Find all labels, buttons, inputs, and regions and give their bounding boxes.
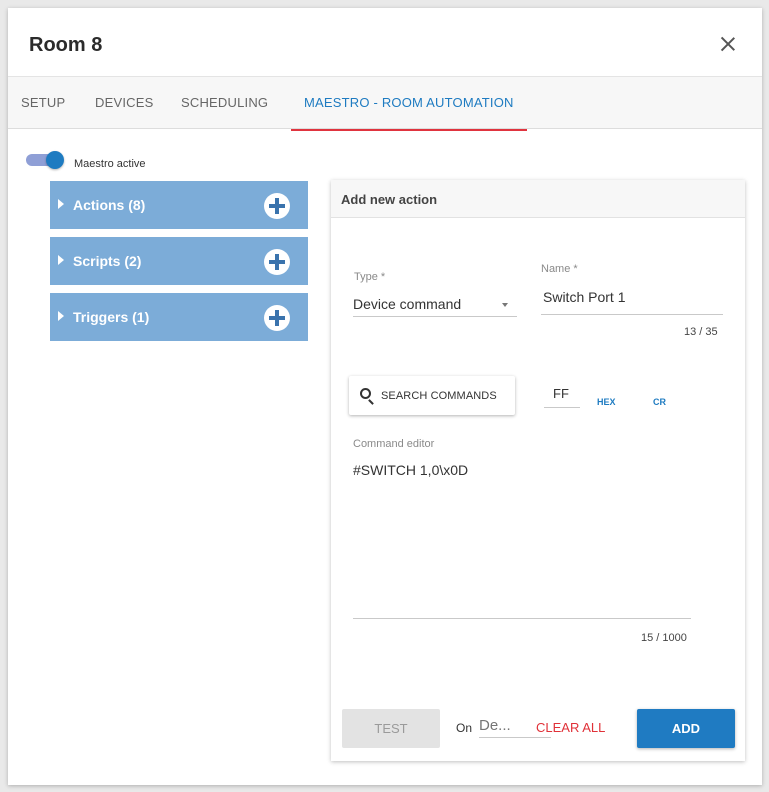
maestro-active-toggle[interactable] xyxy=(26,151,64,169)
room-dialog: Room 8 SETUP DEVICES SCHEDULING MAESTRO … xyxy=(8,8,762,785)
accordion-actions-label: Actions (8) xyxy=(73,197,146,213)
type-label: Type * xyxy=(354,271,386,283)
name-underline xyxy=(541,314,723,315)
add-action-icon[interactable] xyxy=(264,193,290,219)
tab-bar: SETUP DEVICES SCHEDULING MAESTRO - ROOM … xyxy=(8,76,762,131)
dialog-title: Room 8 xyxy=(29,34,103,56)
card-header: Add new action xyxy=(331,180,745,218)
dialog-header: Room 8 xyxy=(8,8,762,76)
command-counter: 15 / 1000 xyxy=(641,632,687,644)
add-trigger-icon[interactable] xyxy=(264,305,290,331)
caret-right-icon xyxy=(58,311,64,321)
hex-button[interactable]: HEX xyxy=(597,397,616,407)
accordion-scripts[interactable]: Scripts (2) xyxy=(50,237,308,285)
accordion-triggers-label: Triggers (1) xyxy=(73,309,150,325)
on-label: On xyxy=(456,721,473,735)
tab-devices[interactable]: DEVICES xyxy=(95,77,153,130)
tab-maestro-room-automation[interactable]: MAESTRO - ROOM AUTOMATION xyxy=(291,77,527,131)
maestro-active-label: Maestro active xyxy=(74,158,146,170)
search-commands-label: SEARCH COMMANDS xyxy=(381,390,497,402)
clear-all-button[interactable]: CLEAR ALL xyxy=(536,720,605,735)
tab-setup[interactable]: SETUP xyxy=(21,77,65,130)
tab-scheduling[interactable]: SCHEDULING xyxy=(181,77,268,130)
name-label: Name * xyxy=(541,263,578,275)
chevron-down-icon xyxy=(502,303,508,307)
test-button[interactable]: TEST xyxy=(342,709,440,748)
cr-button[interactable]: CR xyxy=(653,397,666,407)
search-icon xyxy=(360,388,371,399)
toggle-knob xyxy=(46,151,64,169)
card-title: Add new action xyxy=(341,192,438,207)
name-input[interactable]: Switch Port 1 xyxy=(543,289,625,305)
type-underline xyxy=(353,316,517,317)
accordion-scripts-label: Scripts (2) xyxy=(73,253,142,269)
name-counter: 13 / 35 xyxy=(684,326,718,338)
search-commands-button[interactable]: SEARCH COMMANDS xyxy=(349,376,515,415)
type-select[interactable]: Device command xyxy=(353,296,461,312)
close-icon[interactable] xyxy=(718,34,738,54)
command-editor-label: Command editor xyxy=(353,438,435,450)
caret-right-icon xyxy=(58,255,64,265)
add-script-icon[interactable] xyxy=(264,249,290,275)
add-action-card: Add new action Type * Device command Nam… xyxy=(331,180,745,761)
accordion-actions[interactable]: Actions (8) xyxy=(50,181,308,229)
caret-right-icon xyxy=(58,199,64,209)
ff-underline xyxy=(544,407,580,408)
accordion-triggers[interactable]: Triggers (1) xyxy=(50,293,308,341)
add-button[interactable]: ADD xyxy=(637,709,735,748)
command-editor-textarea[interactable]: #SWITCH 1,0\x0D xyxy=(353,462,468,478)
ff-input[interactable]: FF xyxy=(553,386,569,401)
command-editor-underline xyxy=(353,618,691,619)
